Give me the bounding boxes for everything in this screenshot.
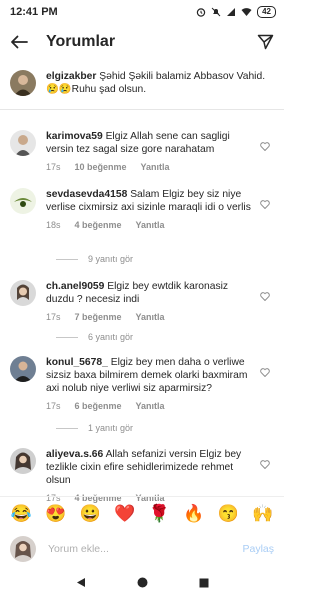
- emoji-red-heart[interactable]: ❤️: [114, 504, 135, 524]
- like-heart-icon[interactable]: [260, 196, 270, 214]
- send-icon: [257, 34, 274, 50]
- avatar[interactable]: [10, 448, 36, 474]
- comment-username[interactable]: konul_5678_: [46, 357, 108, 368]
- emoji-grin[interactable]: 😀: [80, 504, 101, 524]
- comment-username[interactable]: sevdasevda4158: [46, 189, 127, 200]
- reply-button[interactable]: Yanıtla: [141, 162, 170, 172]
- system-nav-bar: [0, 568, 284, 600]
- avatar[interactable]: [10, 356, 36, 382]
- post-comment-button[interactable]: Paylaş: [242, 543, 274, 555]
- like-heart-icon[interactable]: [260, 456, 270, 474]
- like-heart-icon[interactable]: [260, 364, 270, 382]
- avatar[interactable]: [10, 130, 36, 156]
- comment-time: 17s: [46, 401, 61, 411]
- view-replies-button[interactable]: 1 yanıtı gör: [56, 423, 133, 433]
- list-item: karimova59 Elgiz Allah sene can sagligi …: [0, 130, 284, 172]
- emoji-heart-eyes[interactable]: 😍: [45, 504, 66, 524]
- reply-button[interactable]: Yanıtla: [136, 401, 165, 411]
- likes-count[interactable]: 4 beğenme: [75, 220, 122, 230]
- view-replies-label: 9 yanıtı gör: [88, 254, 134, 264]
- emoji-joy[interactable]: 😂: [11, 504, 32, 524]
- avatar[interactable]: [10, 70, 36, 96]
- emoji-bar: 😂 😍 😀 ❤️ 🌹 🔥 😙 🙌: [0, 496, 284, 530]
- mute-icon: [211, 7, 221, 17]
- avatar[interactable]: [10, 280, 36, 306]
- nav-back-icon[interactable]: [76, 575, 86, 593]
- list-item: sevdasevda4158 Salam Elgiz bey siz niye …: [0, 188, 284, 230]
- avatar[interactable]: [10, 188, 36, 214]
- list-item: aliyeva.s.66 Allah sefanizi versin Elgiz…: [0, 448, 284, 503]
- wifi-icon: [241, 8, 252, 16]
- view-replies-label: 1 yanıtı gör: [88, 423, 134, 433]
- comment-time: 18s: [46, 220, 61, 230]
- likes-count[interactable]: 7 beğenme: [75, 312, 122, 322]
- comment-input[interactable]: Yorum ekle...: [48, 543, 109, 555]
- signal-icon: [227, 8, 236, 16]
- share-button[interactable]: [257, 34, 274, 50]
- arrow-left-icon: [11, 35, 28, 49]
- emoji-fire[interactable]: 🔥: [183, 504, 204, 524]
- alarm-icon: [196, 8, 206, 17]
- avatar: [10, 536, 36, 562]
- view-replies-button[interactable]: 9 yanıtı gör: [56, 254, 133, 264]
- nav-home-icon[interactable]: [137, 575, 148, 593]
- header: Yorumlar: [0, 24, 284, 60]
- likes-count[interactable]: 6 beğenme: [75, 401, 122, 411]
- comment-username[interactable]: aliyeva.s.66: [46, 449, 103, 460]
- battery-indicator: 42: [257, 6, 276, 18]
- list-item: ch.anel9059 Elgiz bey ewtdik karonasiz d…: [0, 280, 284, 322]
- comment-time: 17s: [46, 162, 61, 172]
- comment-username[interactable]: karimova59: [46, 131, 103, 142]
- list-item: konul_5678_ Elgiz bey men daha o verliwe…: [0, 356, 284, 411]
- emoji-raised-hands[interactable]: 🙌: [252, 504, 273, 524]
- post-caption: elgizakber Şəhid Şəkili balamiz Abbasov …: [0, 66, 284, 110]
- comment-username[interactable]: ch.anel9059: [46, 281, 104, 292]
- nav-recents-icon[interactable]: [199, 575, 209, 593]
- reply-button[interactable]: Yanıtla: [136, 220, 165, 230]
- status-icons: 42: [196, 6, 276, 18]
- caption-username[interactable]: elgizakber: [46, 71, 96, 82]
- like-heart-icon[interactable]: [260, 288, 270, 306]
- back-button[interactable]: [10, 35, 28, 49]
- status-time: 12:41 PM: [10, 6, 58, 18]
- view-replies-label: 6 yanıtı gör: [88, 332, 134, 342]
- view-replies-button[interactable]: 6 yanıtı gör: [56, 332, 133, 342]
- page-title: Yorumlar: [46, 33, 116, 50]
- like-heart-icon[interactable]: [260, 138, 270, 156]
- likes-count[interactable]: 10 beğenme: [75, 162, 127, 172]
- emoji-rose[interactable]: 🌹: [149, 504, 170, 524]
- emoji-kiss[interactable]: 😙: [218, 504, 239, 524]
- reply-button[interactable]: Yanıtla: [136, 312, 165, 322]
- comment-composer: Yorum ekle... Paylaş: [0, 532, 284, 566]
- status-bar: 12:41 PM 42: [0, 0, 284, 24]
- comment-time: 17s: [46, 312, 61, 322]
